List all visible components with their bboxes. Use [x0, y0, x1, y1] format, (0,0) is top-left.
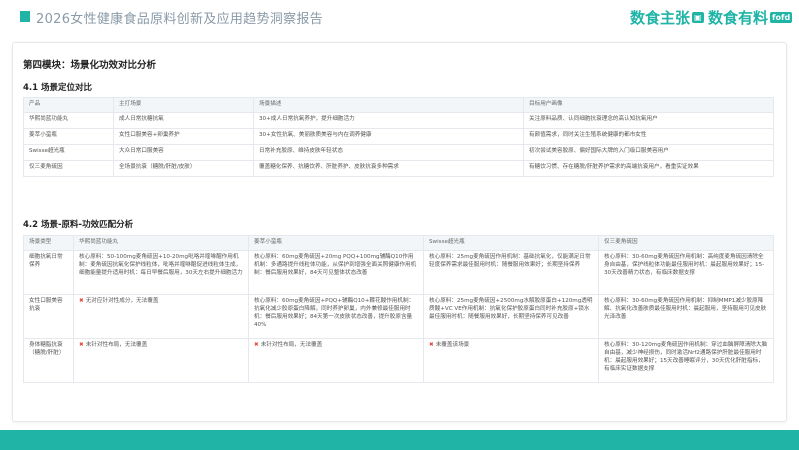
cell-text: 未针对性布局，无法覆盖 — [260, 342, 323, 348]
table-header-cell: 场景描述 — [253, 97, 524, 113]
cross-mark-icon: ✖ — [79, 342, 84, 348]
table-cell: ✖ 未针对性布局，无法覆盖 — [73, 338, 249, 383]
table-header-cell: 主打场景 — [113, 97, 254, 113]
table-cell: 30+女性抗氧、美丽肤质美容与内在调养健康 — [253, 128, 524, 145]
table-cell: 关注原料品质、认同细胞抗衰理念的高认知抗氧用户 — [523, 112, 774, 129]
table-cell: 覆盖糖化保养、抗糖饮养、肝脏养护、皮肤抗衰多种需求 — [253, 160, 524, 177]
report-header: 2026女性健康食品原料创新及应用趋势洞察报告 数食主张 ▣ 数食有料 fofd — [0, 0, 799, 34]
table-header-cell: Swisse超光瓶 — [423, 235, 599, 251]
section-title: 4.1 场景定位对比 — [23, 83, 93, 93]
table-cell: 仅三麦角硫因 — [23, 160, 114, 177]
table-cell: 核心原料：30-120mg麦角硫因作用机制：穿过血脑屏障清除大脑自由基，减少神经… — [598, 338, 774, 383]
table-header-cell: 华熙尚蓝功能丸 — [73, 235, 249, 251]
cell-text: 核心原料：30-60mg麦角硫因作用机制：抑制MMP1减少胶原降解、抗氧化改善肤… — [604, 298, 767, 321]
table-cell: 核心原料：30-60mg麦角硫因作用机制：抑制MMP1减少胶原降解、抗氧化改善肤… — [598, 294, 774, 339]
table-cell: ✖ 无对应针对性成分，无法覆盖 — [73, 294, 249, 339]
cell-text: 核心原料：30-120mg麦角硫因作用机制：穿过血脑屏障清除大脑自由基，减少神经… — [604, 342, 768, 373]
table-cell: 核心原料：60mg麦角硫因+20mg PQQ+100mg辅酶Q10作用机制：多通… — [248, 250, 424, 295]
table-row: 华熙尚蓝功能丸 成人日常抗糖抗氧 30+成人日常抗氧养护，提升细胞活力 关注原料… — [23, 112, 774, 129]
scene-type-label: 身体糖脂抗衰（糖脱/肝脏） — [23, 338, 74, 383]
table-cell: 成人日常抗糖抗氧 — [113, 112, 254, 129]
cross-mark-icon: ✖ — [429, 342, 434, 348]
scene-ingredient-efficacy-table: 场景类型 华熙尚蓝功能丸 姜萃小蛮瓶 Swisse超光瓶 仅三麦角硫因 细胞抗氧… — [23, 235, 774, 383]
report-title: 2026女性健康食品原料创新及应用趋势洞察报告 — [36, 12, 323, 27]
table-row: Swisse超光瓶 大众日常口服美容 日常补充胶原、维持皮肤年轻状态 初次尝试美… — [23, 144, 774, 161]
brand-logo-tag: fofd — [770, 12, 793, 23]
cell-text: 核心原料：50-100mg麦角硫因+10-20mg吡咯并喹啉醌作用机制：麦角硫因… — [79, 254, 243, 277]
table-cell: 核心原料：25mg麦角硫因作用机制：基础抗氧化，仅能满足日常轻度保养需求最佳服用… — [423, 250, 599, 295]
table-cell: 姜萃小蛮瓶 — [23, 128, 114, 145]
cell-text: 核心原料：60mg麦角硫因+20mg PQQ+100mg辅酶Q10作用机制：多通… — [254, 254, 417, 277]
table-cell: 大众日常口服美容 — [113, 144, 254, 161]
table-cell: 日常补充胶原、维持皮肤年轻状态 — [253, 144, 524, 161]
table-cell: Swisse超光瓶 — [23, 144, 114, 161]
scene-type-label: 细胞抗氧日常保养 — [23, 250, 74, 295]
module-title: 第四模块：场景化功效对比分析 — [23, 60, 157, 71]
table-header-cell: 产品 — [23, 97, 114, 113]
footer-bar — [0, 430, 799, 450]
cell-text: 核心原料：25mg麦角硫因作用机制：基础抗氧化，仅能满足日常轻度保养需求最佳服用… — [429, 254, 591, 269]
table-cell: ✖ 未覆盖该场景 — [423, 338, 599, 383]
table-row: 身体糖脂抗衰（糖脱/肝脏） ✖ 未针对性布局，无法覆盖 ✖ 未针对性布局，无法覆盖 ✖ 未覆… — [23, 338, 774, 383]
header-accent-mark — [20, 11, 30, 22]
table-row: 仅三麦角硫因 全场景抗衰（糖脱/肝脏/皮肤） 覆盖糖化保养、抗糖饮养、肝脏养护、… — [23, 160, 774, 177]
cell-text: 未针对性布局，无法覆盖 — [85, 342, 148, 348]
table-header-cell: 姜萃小蛮瓶 — [248, 235, 424, 251]
cross-mark-icon: ✖ — [79, 298, 84, 304]
table-cell: 核心原料：30-60mg麦角硫因作用机制：高纯度麦角硫因清除全身自由基，保护线粒… — [598, 250, 774, 295]
table-row: 姜萃小蛮瓶 女性口服美容+卵巢养护 30+女性抗氧、美丽肤质美容与内在调养健康 … — [23, 128, 774, 145]
table-cell: 全场景抗衰（糖脱/肝脏/皮肤） — [113, 160, 254, 177]
table-row: 女性口服美容抗衰 ✖ 无对应针对性成分，无法覆盖 核心原料：60mg麦角硫因+PQQ+… — [23, 294, 774, 339]
table-row: 细胞抗氧日常保养 核心原料：50-100mg麦角硫因+10-20mg吡咯并喹啉醌作… — [23, 250, 774, 295]
table-header-cell: 仅三麦角硫因 — [598, 235, 774, 251]
table-header-row: 场景类型 华熙尚蓝功能丸 姜萃小蛮瓶 Swisse超光瓶 仅三麦角硫因 — [23, 235, 774, 251]
table-cell: ✖ 未针对性布局，无法覆盖 — [248, 338, 424, 383]
table-header-row: 产品 主打场景 场景描述 目标用户画像 — [23, 97, 774, 113]
scene-positioning-table: 产品 主打场景 场景描述 目标用户画像 华熙尚蓝功能丸 成人日常抗糖抗氧 30+… — [23, 97, 774, 177]
cell-text: 未覆盖该场景 — [435, 342, 470, 348]
table-cell: 核心原料：50-100mg麦角硫因+10-20mg吡咯并喹啉醌作用机制：麦角硫因… — [73, 250, 249, 295]
table-cell: 女性口服美容+卵巢养护 — [113, 128, 254, 145]
table-cell: 华熙尚蓝功能丸 — [23, 112, 114, 129]
table-cell: 核心原料：25mg麦角硫因+2500mg水解胶原蛋白+120mg透明质酸+VC … — [423, 294, 599, 339]
scene-type-label: 女性口服美容抗衰 — [23, 294, 74, 339]
table-cell: 初次尝试美容胶原、偏好国际大牌的入门级口服美容用户 — [523, 144, 774, 161]
table-header-cell: 场景类型 — [23, 235, 74, 251]
brand-logo-shushiyouliao: 数食有料 fofd — [708, 9, 793, 27]
cell-text: 无对应针对性成分，无法覆盖 — [85, 298, 159, 304]
table-cell: 30+成人日常抗氧养护，提升细胞活力 — [253, 112, 524, 129]
table-cell: 核心原料：60mg麦角硫因+PQQ+辅酶Q10+鞣花酸作用机制：抗氧化减少胶原蛋… — [248, 294, 424, 339]
table-cell: 有糖饮习惯、存在糖脱/肝脏养护需求的高端抗衰用户，看重实证效果 — [523, 160, 774, 177]
cell-text: 核心原料：60mg麦角硫因+PQQ+辅酶Q10+鞣花酸作用机制：抗氧化减少胶原蛋… — [254, 298, 415, 329]
brand-logo-shushizhuzhang: 数食主张 ▣ — [630, 9, 704, 27]
table-cell: 有颜值需求，同时关注生殖系统健康的都市女性 — [523, 128, 774, 145]
table-header-cell: 目标用户画像 — [523, 97, 774, 113]
content-card: 第四模块：场景化功效对比分析 4.1 场景定位对比 产品 主打场景 场景描述 目… — [12, 42, 787, 422]
cross-mark-icon: ✖ — [254, 342, 259, 348]
section-title: 4.2 场景-原料-功效匹配分析 — [23, 220, 134, 230]
cell-text: 核心原料：30-60mg麦角硫因作用机制：高纯度麦角硫因清除全身自由基，保护线粒… — [604, 254, 765, 277]
brand-logo-tag: ▣ — [692, 12, 704, 23]
cell-text: 核心原料：25mg麦角硫因+2500mg水解胶原蛋白+120mg透明质酸+VC … — [429, 298, 593, 321]
